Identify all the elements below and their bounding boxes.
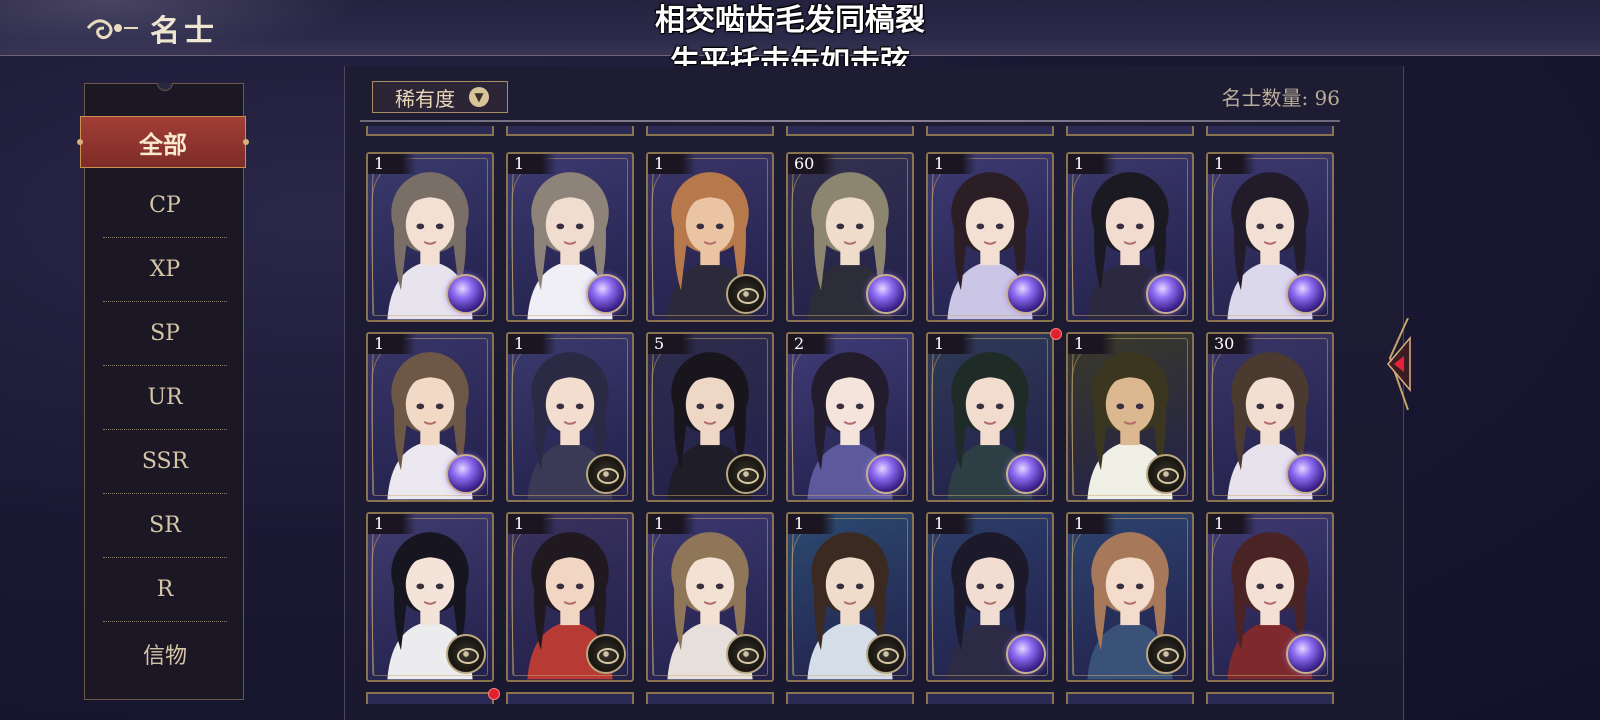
spirit-orb-icon <box>866 454 906 494</box>
level-badge: 30 <box>1208 334 1256 354</box>
sidebar-ornament <box>157 83 173 91</box>
filter-token[interactable]: 信物 <box>103 622 227 686</box>
cloud-emblem-icon <box>86 19 138 40</box>
spirit-orb-icon <box>1286 274 1326 314</box>
rarity-dropdown-label: 稀有度 <box>395 86 455 111</box>
hero-card[interactable]: 30 <box>1206 332 1334 502</box>
hero-card[interactable]: 1 <box>366 332 494 502</box>
spirit-orb-icon <box>1286 634 1326 674</box>
hero-card[interactable]: 1 <box>506 512 634 682</box>
level-badge: 1 <box>928 334 976 354</box>
hero-card[interactable]: 2 <box>786 332 914 502</box>
divider <box>360 120 1340 122</box>
hero-card[interactable]: 1 <box>506 152 634 322</box>
partial-card <box>1066 126 1194 136</box>
filter-r[interactable]: R <box>103 558 227 622</box>
hero-card[interactable]: 1 <box>366 152 494 322</box>
hero-card[interactable]: 1 <box>926 332 1054 502</box>
level-badge: 2 <box>788 334 836 354</box>
level-badge: 1 <box>1208 154 1256 174</box>
level-badge: 5 <box>648 334 696 354</box>
level-badge: 1 <box>1068 334 1116 354</box>
hero-card[interactable]: 1 <box>926 512 1054 682</box>
level-badge: 1 <box>648 514 696 534</box>
spirit-orb-icon <box>1146 274 1186 314</box>
partial-card <box>1206 692 1334 704</box>
hero-card[interactable]: 1 <box>1066 512 1194 682</box>
level-badge: 1 <box>1208 514 1256 534</box>
hero-card[interactable]: 1 <box>646 152 774 322</box>
spirit-orb-icon <box>586 274 626 314</box>
hero-card[interactable]: 1 <box>646 512 774 682</box>
rarity-dropdown[interactable]: 稀有度 ▼ <box>372 81 508 113</box>
compass-icon <box>726 274 766 314</box>
expand-panel-button[interactable] <box>1380 318 1414 410</box>
new-badge-dot <box>1050 328 1062 340</box>
hero-count: 名士数量: 96 <box>1221 86 1340 110</box>
compass-icon <box>446 634 486 674</box>
partial-card <box>786 692 914 704</box>
partial-card <box>646 126 774 136</box>
filter-ssr[interactable]: SSR <box>103 430 227 494</box>
hero-card[interactable]: 1 <box>1206 152 1334 322</box>
filter-sp[interactable]: SP <box>103 302 227 366</box>
partial-card <box>646 692 774 704</box>
hero-card[interactable]: 1 <box>1206 512 1334 682</box>
hero-card[interactable]: 1 <box>1066 152 1194 322</box>
hero-card[interactable]: 1 <box>366 512 494 682</box>
level-badge: 1 <box>648 154 696 174</box>
hero-card[interactable]: 60 <box>786 152 914 322</box>
hero-card[interactable]: 1 <box>506 332 634 502</box>
spirit-orb-icon <box>1006 454 1046 494</box>
partial-card <box>926 126 1054 136</box>
level-badge: 1 <box>1068 154 1116 174</box>
page-title: 名士 <box>150 14 218 49</box>
hero-card[interactable]: 1 <box>926 152 1054 322</box>
compass-icon <box>586 634 626 674</box>
partial-card <box>786 126 914 136</box>
level-badge: 1 <box>508 514 556 534</box>
level-badge: 1 <box>368 154 416 174</box>
hero-card[interactable]: 1 <box>1066 332 1194 502</box>
partial-card <box>366 126 494 136</box>
rarity-filter-sidebar: CP XP SP UR SSR SR R 信物 <box>84 83 244 700</box>
spirit-orb-icon <box>446 274 486 314</box>
filter-ur[interactable]: UR <box>103 366 227 430</box>
partial-card <box>1206 126 1334 136</box>
chevron-down-icon: ▼ <box>469 87 489 107</box>
level-badge: 60 <box>788 154 836 174</box>
new-badge-dot <box>488 688 500 700</box>
level-badge: 1 <box>1068 514 1116 534</box>
partial-card <box>366 692 494 704</box>
compass-icon <box>726 634 766 674</box>
level-badge: 1 <box>368 514 416 534</box>
filter-cp[interactable]: CP <box>103 174 227 238</box>
spirit-orb-icon <box>446 454 486 494</box>
spirit-orb-icon <box>866 274 906 314</box>
caption-line-1: 相交啮齿毛发同槁裂 <box>655 3 925 38</box>
level-badge: 1 <box>508 334 556 354</box>
hero-card[interactable]: 5 <box>646 332 774 502</box>
level-badge: 1 <box>928 154 976 174</box>
spirit-orb-icon <box>1006 274 1046 314</box>
spirit-orb-icon <box>1286 454 1326 494</box>
partial-card <box>506 126 634 136</box>
compass-icon <box>866 634 906 674</box>
compass-icon <box>1146 454 1186 494</box>
level-badge: 1 <box>788 514 836 534</box>
compass-icon <box>1146 634 1186 674</box>
partial-card <box>506 692 634 704</box>
partial-card <box>926 692 1054 704</box>
compass-icon <box>726 454 766 494</box>
partial-card <box>1066 692 1194 704</box>
filter-sr[interactable]: SR <box>103 494 227 558</box>
filter-xp[interactable]: XP <box>103 238 227 302</box>
hero-card[interactable]: 1 <box>786 512 914 682</box>
spirit-orb-icon <box>1006 634 1046 674</box>
level-badge: 1 <box>368 334 416 354</box>
filter-all-active[interactable]: 全部 <box>77 116 249 168</box>
level-badge: 1 <box>928 514 976 534</box>
compass-icon <box>586 454 626 494</box>
level-badge: 1 <box>508 154 556 174</box>
